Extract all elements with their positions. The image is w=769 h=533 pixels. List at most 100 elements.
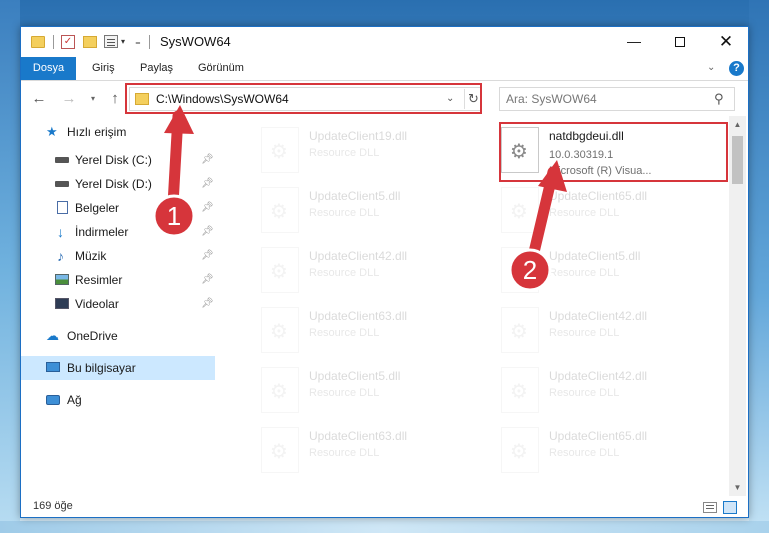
file-type: Resource DLL [549, 327, 620, 339]
sidebar-item-documents[interactable]: Belgeler 📌︎ [21, 196, 215, 220]
up-arrow-icon[interactable]: ↑ [105, 89, 125, 109]
recent-locations-chevron-icon[interactable]: ▾ [87, 89, 99, 109]
music-icon: ♪ [57, 248, 64, 264]
sidebar-item-this-pc[interactable]: Bu bilgisayar [21, 356, 215, 380]
videos-icon [55, 298, 69, 309]
quick-access-dropdown-icon[interactable]: ▾ [121, 37, 125, 53]
sidebar-item-pictures[interactable]: Resimler 📌︎ [21, 268, 215, 292]
file-item[interactable]: ⚙ UpdateClient5.dll Resource DLL [261, 365, 481, 417]
file-type: Resource DLL [309, 267, 380, 279]
file-type: Resource DLL [309, 447, 380, 459]
file-item[interactable]: ⚙ UpdateClient65.dll Resource DLL [501, 185, 721, 237]
pictures-icon [55, 274, 69, 285]
tab-file[interactable]: Dosya [21, 57, 76, 80]
dll-file-icon: ⚙ [501, 307, 539, 353]
file-item[interactable]: ⚙ UpdateClient63.dll Resource DLL [261, 425, 481, 477]
details-view-icon[interactable] [703, 502, 717, 513]
new-folder-icon[interactable] [83, 36, 97, 48]
gear-icon: ⚙ [510, 441, 528, 463]
dll-file-icon: ⚙ [261, 427, 299, 473]
file-item[interactable]: ⚙ UpdateClient42.dll Resource DLL [261, 245, 481, 297]
pin-icon[interactable]: 📌︎ [201, 244, 214, 268]
file-name: UpdateClient63.dll [309, 429, 408, 443]
back-arrow-icon[interactable]: ← [29, 89, 49, 109]
sidebar-item-label: Yerel Disk (C:) [75, 153, 152, 167]
sidebar-item-onedrive[interactable]: ☁ OneDrive [21, 324, 215, 348]
properties-icon[interactable] [104, 35, 118, 48]
pin-icon[interactable]: 📌︎ [201, 172, 214, 196]
toolbar-separator [53, 35, 54, 49]
gear-icon: ⚙ [270, 261, 288, 283]
expand-ribbon-icon[interactable]: ⌄ [707, 62, 715, 73]
file-type: Resource DLL [549, 447, 620, 459]
scrollbar-thumb[interactable] [732, 136, 743, 184]
search-box[interactable]: Ara: SysWOW64 ⚲ [499, 87, 735, 111]
close-button[interactable]: ✕ [703, 27, 748, 57]
address-highlight-box [125, 83, 482, 114]
sidebar-item-label: Bu bilgisayar [67, 361, 136, 375]
file-name: UpdateClient63.dll [309, 309, 408, 323]
maximize-button[interactable] [657, 27, 703, 57]
maximize-icon [675, 37, 685, 48]
search-icon[interactable]: ⚲ [714, 91, 724, 107]
sidebar-item-music[interactable]: ♪ Müzik 📌︎ [21, 244, 215, 268]
file-item[interactable]: ⚙ UpdateClient5.dll Resource DLL [501, 245, 721, 297]
desktop-background-left [0, 0, 20, 533]
gear-icon: ⚙ [510, 201, 528, 223]
drive-icon [55, 181, 69, 187]
file-name: UpdateClient42.dll [549, 309, 648, 323]
file-name: UpdateClient5.dll [309, 369, 401, 383]
toolbar-separator [149, 35, 150, 49]
scroll-up-icon[interactable]: ▲ [729, 116, 746, 133]
sidebar-item-videos[interactable]: Videolar 📌︎ [21, 292, 215, 316]
pin-icon[interactable]: 📌︎ [201, 196, 214, 220]
file-name: UpdateClient42.dll [309, 249, 408, 263]
search-input[interactable]: Ara: SysWOW64 [506, 92, 597, 106]
dll-file-icon: ⚙ [501, 367, 539, 413]
status-bar: 169 öğe [21, 496, 748, 517]
sidebar-item-network[interactable]: Ağ [21, 388, 215, 412]
tab-view[interactable]: Görünüm [189, 57, 253, 80]
folder-icon [31, 36, 45, 48]
sidebar-item-quick-access[interactable]: ★ Hızlı erişim [21, 120, 215, 144]
desktop-background-bottom [0, 521, 769, 533]
file-item[interactable]: ⚙ UpdateClient63.dll Resource DLL [261, 305, 481, 357]
minimize-button[interactable]: — [611, 27, 657, 57]
pin-icon[interactable]: 📌︎ [201, 148, 214, 172]
sidebar-item-label: Ağ [67, 393, 82, 407]
tab-share[interactable]: Paylaş [131, 57, 182, 80]
file-type: Resource DLL [549, 267, 620, 279]
file-item[interactable]: ⚙ UpdateClient19.dll Resource DLL [261, 125, 481, 177]
title-bar: ✓ ▾ ₌ SysWOW64 — ✕ [21, 27, 748, 57]
sidebar-item-local-disk-d[interactable]: Yerel Disk (D:) 📌︎ [21, 172, 215, 196]
file-name: UpdateClient42.dll [549, 369, 648, 383]
help-icon[interactable]: ? [729, 61, 744, 76]
file-item[interactable]: ⚙ UpdateClient65.dll Resource DLL [501, 425, 721, 477]
file-item[interactable]: ⚙ UpdateClient5.dll Resource DLL [261, 185, 481, 237]
file-type: Resource DLL [309, 207, 380, 219]
file-item[interactable]: ⚙ UpdateClient42.dll Resource DLL [501, 305, 721, 357]
file-type: Resource DLL [309, 327, 380, 339]
properties-check-icon[interactable]: ✓ [61, 35, 75, 49]
gear-icon: ⚙ [510, 261, 528, 283]
customize-toolbar-icon[interactable]: ₌ [135, 36, 141, 52]
sidebar-item-local-disk-c[interactable]: Yerel Disk (C:) 📌︎ [21, 148, 215, 172]
drive-icon [55, 157, 69, 163]
dll-file-icon: ⚙ [261, 307, 299, 353]
sidebar-item-label: Yerel Disk (D:) [75, 177, 152, 191]
pin-icon[interactable]: 📌︎ [201, 292, 214, 316]
sidebar-item-downloads[interactable]: ↓ İndirmeler 📌︎ [21, 220, 215, 244]
file-name: UpdateClient5.dll [309, 189, 401, 203]
pin-icon[interactable]: 📌︎ [201, 268, 214, 292]
pin-icon[interactable]: 📌︎ [201, 220, 214, 244]
forward-arrow-icon[interactable]: → [59, 89, 79, 109]
vertical-scrollbar[interactable]: ▲ ▼ [729, 116, 746, 496]
sidebar-item-label: Hızlı erişim [67, 125, 127, 139]
file-name: UpdateClient5.dll [549, 249, 641, 263]
file-highlight-box [499, 122, 728, 182]
ribbon-tabs: Dosya Giriş Paylaş Görünüm ⌄ ? [21, 57, 748, 81]
file-item[interactable]: ⚙ UpdateClient42.dll Resource DLL [501, 365, 721, 417]
scroll-down-icon[interactable]: ▼ [729, 479, 746, 496]
tab-home[interactable]: Giriş [83, 57, 124, 80]
large-icons-view-icon[interactable] [723, 501, 737, 514]
